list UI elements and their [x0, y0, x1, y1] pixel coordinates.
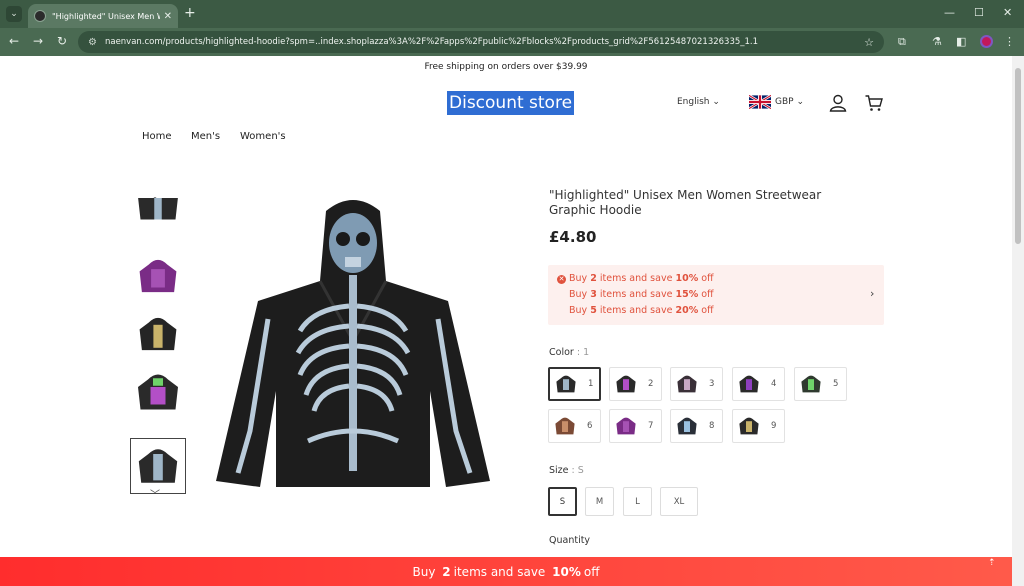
color-swatch-number: 1	[588, 379, 594, 389]
tab-title: "Highlighted" Unisex Men Wo	[52, 11, 160, 21]
color-label: Color : 1	[549, 347, 590, 358]
size-label: Size : S	[549, 465, 584, 476]
color-swatch-number: 9	[771, 421, 777, 431]
browser-tab-bar: ⌄ "Highlighted" Unisex Men Wo ✕ + — ☐ ✕	[0, 0, 1024, 28]
maximize-icon[interactable]: ☐	[974, 6, 984, 19]
color-swatch-number: 4	[771, 379, 777, 389]
thumbs-down-icon[interactable]: ﹀	[150, 486, 160, 501]
color-swatch-8[interactable]: 8	[670, 409, 723, 443]
color-swatch-5[interactable]: 5	[794, 367, 847, 401]
nav-mens[interactable]: Men's	[191, 131, 220, 142]
labs-icon[interactable]: ⚗	[932, 35, 942, 48]
color-swatch-4[interactable]: 4	[732, 367, 785, 401]
promo-row-2: Buy 3 items and save 15% off	[569, 289, 714, 300]
nav-womens[interactable]: Women's	[240, 131, 286, 142]
size-option-m[interactable]: M	[585, 487, 614, 516]
page-scrollbar[interactable]	[1012, 56, 1024, 586]
announcement-bar: Free shipping on orders over $39.99	[424, 62, 588, 72]
site-info-icon[interactable]: ⚙	[88, 37, 97, 48]
size-option-s[interactable]: S	[548, 487, 577, 516]
url-text: naenvan.com/products/highlighted-hoodie?…	[104, 37, 759, 47]
language-selector[interactable]: English ⌄	[677, 97, 720, 107]
hoodie-thumb-icon	[555, 417, 575, 435]
product-price: £4.80	[549, 228, 597, 246]
chevron-right-icon[interactable]: ›	[870, 287, 874, 300]
size-option-l[interactable]: L	[623, 487, 652, 516]
extensions-icon[interactable]: ⧉	[898, 35, 906, 49]
close-tab-icon[interactable]: ✕	[164, 11, 172, 22]
forward-icon[interactable]: →	[33, 34, 43, 48]
hoodie-thumb-icon	[616, 417, 636, 435]
color-swatch-number: 3	[709, 379, 715, 389]
quantity-label: Quantity	[549, 535, 591, 546]
store-logo[interactable]: Discount store	[447, 91, 575, 115]
minimize-icon[interactable]: —	[944, 6, 955, 19]
hoodie-thumb-icon	[556, 375, 576, 393]
discount-badge-icon: ✕	[557, 275, 566, 284]
uk-flag-icon	[749, 95, 771, 109]
color-swatch-number: 6	[587, 421, 593, 431]
product-main-image[interactable]	[208, 191, 498, 491]
promo-row-3: Buy 5 items and save 20% off	[569, 305, 714, 316]
cart-icon[interactable]	[864, 93, 884, 113]
thumbnail-2[interactable]	[130, 248, 186, 304]
currency-label: GBP	[775, 97, 794, 107]
color-swatch-number: 8	[709, 421, 715, 431]
back-icon[interactable]: ←	[9, 34, 19, 48]
thumbnail-4[interactable]	[130, 364, 186, 420]
expand-icon[interactable]: ⇡	[988, 558, 996, 568]
thumbnail-3[interactable]	[130, 306, 186, 362]
color-swatch-1[interactable]: 1	[548, 367, 601, 401]
thumbnail-1[interactable]	[130, 198, 186, 228]
color-swatch-7[interactable]: 7	[609, 409, 662, 443]
hoodie-thumb-icon	[677, 375, 697, 393]
promo-row-1: Buy 2 items and save 10% off	[569, 273, 714, 284]
nav-home[interactable]: Home	[142, 131, 172, 142]
close-window-icon[interactable]: ✕	[1003, 6, 1012, 19]
web-page: Free shipping on orders over $39.99 Disc…	[0, 56, 1012, 586]
color-swatch-number: 7	[648, 421, 654, 431]
account-icon[interactable]	[828, 93, 848, 113]
browser-tab[interactable]: "Highlighted" Unisex Men Wo ✕	[28, 4, 178, 28]
hoodie-thumb-icon	[616, 375, 636, 393]
new-tab-icon[interactable]: +	[184, 5, 196, 21]
currency-selector[interactable]: GBP ⌄	[775, 97, 804, 107]
thumbnail-gallery: ︿ ﹀	[130, 186, 186, 501]
tab-search-icon[interactable]: ⌄	[6, 6, 22, 22]
color-swatch-9[interactable]: 9	[732, 409, 785, 443]
reload-icon[interactable]: ↻	[57, 34, 67, 48]
menu-icon[interactable]: ⋮	[1004, 35, 1015, 48]
color-swatch-6[interactable]: 6	[548, 409, 601, 443]
address-bar[interactable]: ⚙ naenvan.com/products/highlighted-hoodi…	[78, 31, 884, 53]
color-swatch-2[interactable]: 2	[609, 367, 662, 401]
color-swatch-3[interactable]: 3	[670, 367, 723, 401]
site-favicon	[34, 10, 46, 22]
bundle-discount-panel[interactable]: ✕ Buy 2 items and save 10% off Buy 3 ite…	[548, 265, 884, 325]
product-title: "Highlighted" Unisex Men Women Streetwea…	[549, 188, 822, 217]
hoodie-thumb-icon	[739, 417, 759, 435]
hoodie-thumb-icon	[677, 417, 697, 435]
hoodie-thumb-icon	[739, 375, 759, 393]
bookmark-star-icon[interactable]: ☆	[864, 36, 874, 49]
hoodie-thumb-icon	[801, 375, 821, 393]
bottom-promo-bar[interactable]: Buy 2 items and save 10% off	[0, 557, 1012, 586]
size-option-xl[interactable]: XL	[660, 487, 698, 516]
color-swatch-number: 2	[648, 379, 654, 389]
address-bar-row: ← → ↻ ⚙ naenvan.com/products/highlighted…	[0, 28, 1024, 56]
language-label: English	[677, 97, 710, 107]
color-swatch-number: 5	[833, 379, 839, 389]
sidepanel-icon[interactable]: ◧	[956, 35, 966, 48]
profile-avatar[interactable]	[980, 35, 993, 48]
